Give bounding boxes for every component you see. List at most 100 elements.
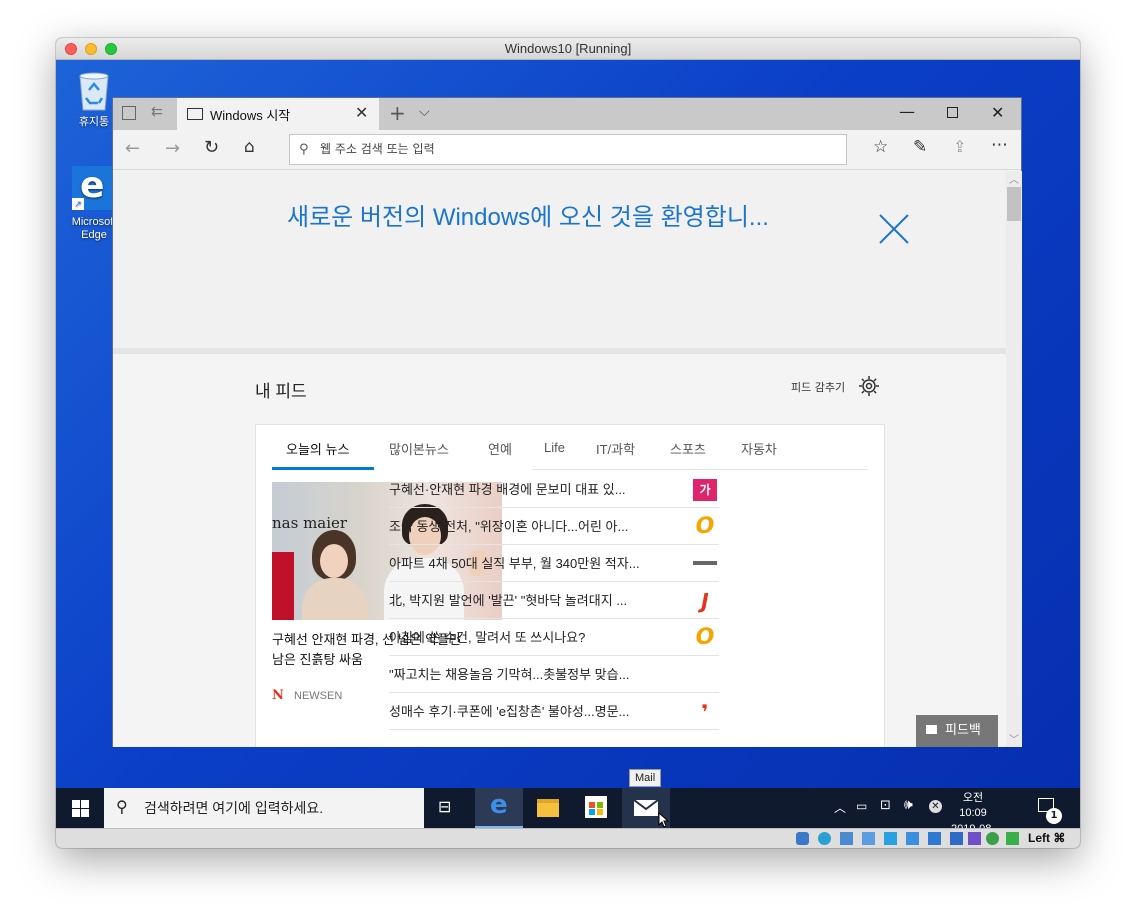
close-window-icon[interactable]: ✕ [991, 103, 1004, 122]
battery-icon[interactable]: ▭ [856, 799, 867, 813]
maximize-icon[interactable] [947, 107, 958, 118]
task-view-icon[interactable]: ⊟ [438, 797, 451, 816]
share-icon[interactable]: ⇪ [953, 137, 966, 156]
taskbar-search-placeholder: 검색하려면 여기에 입력하세요. [144, 800, 324, 816]
source-logo-icon: O [695, 625, 715, 650]
mail-icon [634, 800, 658, 816]
edge-icon: e ↗ [72, 166, 116, 210]
mouse-integration-icon[interactable] [1006, 832, 1019, 845]
news-headline: 조국 동생 전처, "위장이혼 아니다...어린 아... [389, 519, 629, 534]
tab-preview-icon[interactable] [122, 106, 136, 120]
minimize-icon[interactable] [85, 43, 97, 55]
more-icon[interactable]: ⋯ [991, 135, 1008, 155]
feedback-icon [926, 725, 937, 734]
source-logo-icon: ❜ [701, 700, 709, 724]
taskbar-edge[interactable]: e [475, 788, 523, 828]
capture-icon[interactable] [950, 832, 963, 845]
tab-entertainment[interactable]: 연예 [488, 439, 512, 458]
list-item[interactable]: 아침에 쓴 수건, 말려서 또 쓰시나요? O [389, 619, 719, 656]
tab-it-science[interactable]: IT/과학 [596, 439, 635, 458]
optical-drive-icon[interactable] [818, 832, 831, 845]
forward-icon[interactable]: → [165, 138, 180, 159]
notification-count: 1 [1046, 808, 1062, 824]
windows-desktop: 휴지통 e ↗ Microsoft Edge ⇇ Windows 시작 ✕ + [56, 60, 1080, 788]
page-content: 새로운 버전의 Windows에 오신 것을 환영합니... 내 피드 피드 감… [113, 171, 1006, 747]
vertical-scrollbar[interactable]: ︿ ﹀ [1006, 171, 1022, 747]
vt-icon[interactable] [968, 832, 981, 845]
address-placeholder: 웹 주소 검색 또는 입력 [320, 142, 435, 156]
tab-popular[interactable]: 많이본뉴스 [389, 439, 449, 458]
list-item[interactable]: 구혜선·안재현 파경 배경에 문보미 대표 있... 가 [389, 471, 719, 508]
zoom-icon[interactable] [105, 43, 117, 55]
page-icon [187, 108, 203, 120]
taskbar-search-input[interactable]: ⚲ 검색하려면 여기에 입력하세요. [104, 788, 424, 828]
volume-icon[interactable]: 🕪 [904, 797, 913, 813]
source-logo-icon [693, 561, 717, 565]
host-titlebar: Windows10 [Running] [56, 38, 1080, 60]
scroll-up-icon[interactable]: ︿ [1009, 171, 1019, 186]
hard-disk-icon[interactable] [796, 832, 809, 845]
list-item[interactable]: 조국 동생 전처, "위장이혼 아니다...어린 아... O [389, 508, 719, 545]
set-aside-tabs-icon[interactable]: ⇇ [151, 104, 163, 120]
tab-auto[interactable]: 자동차 [741, 439, 777, 458]
close-icon[interactable] [65, 43, 77, 55]
news-headline: 구혜선·안재현 파경 배경에 문보미 대표 있... [389, 482, 626, 497]
guest-additions-icon[interactable] [986, 832, 999, 845]
person-body [302, 578, 368, 620]
tab-windows-start[interactable]: Windows 시작 ✕ [177, 98, 379, 130]
chevron-up-icon[interactable]: ︿ [834, 799, 846, 816]
store-icon[interactable] [585, 796, 607, 818]
search-icon: ⚲ [299, 142, 309, 157]
usb-icon[interactable] [840, 832, 853, 845]
shared-folder-icon[interactable] [884, 832, 897, 845]
home-icon[interactable]: ⌂ [244, 137, 255, 157]
chevron-down-icon[interactable]: ⌵ [419, 104, 430, 120]
shortcut-arrow-icon: ↗ [72, 198, 84, 210]
gear-icon[interactable] [858, 375, 880, 397]
mouse-cursor-icon [658, 812, 670, 828]
scrollbar-thumb[interactable] [1007, 187, 1021, 221]
active-tab-indicator [272, 467, 374, 470]
list-item[interactable]: 성매수 후기·쿠폰에 'e집창촌' 불야성...명문... ❜ [389, 693, 719, 730]
new-tab-icon[interactable]: + [389, 101, 406, 125]
back-icon[interactable]: ← [125, 138, 140, 159]
display-icon[interactable] [906, 832, 919, 845]
address-bar-row: ← → ↻ ⌂ ⚲ 웹 주소 검색 또는 입력 ☆ ✎ ⇪ ⋯ [113, 130, 1021, 170]
recording-icon[interactable] [928, 832, 941, 845]
ime-icon[interactable]: ✕ [929, 800, 942, 813]
clock-time: 오전 10:09 [959, 792, 987, 819]
favorites-star-icon[interactable]: ☆ [873, 137, 888, 157]
tab-today-news[interactable]: 오늘의 뉴스 [286, 439, 349, 458]
tab-sports[interactable]: 스포츠 [670, 439, 706, 458]
pen-icon[interactable]: ✎ [913, 137, 927, 157]
feed-hide-link[interactable]: 피드 감추기 [791, 379, 845, 395]
feedback-label: 피드백 [945, 723, 981, 738]
taskbar: ⚲ 검색하려면 여기에 입력하세요. ⊟ e ︿ ▭ ⊡ 🕪 ✕ 오전 10:0… [56, 788, 1080, 848]
vm-status-bar: Left ⌘ [56, 828, 1080, 848]
address-input[interactable]: ⚲ 웹 주소 검색 또는 입력 [289, 134, 847, 165]
network-adapter-icon[interactable] [862, 832, 875, 845]
list-item[interactable] [389, 730, 719, 747]
file-explorer-icon[interactable] [537, 799, 559, 817]
tab-life[interactable]: Life [544, 440, 565, 455]
list-item[interactable]: 아파트 4채 50대 실직 부부, 월 340만원 적자... [389, 545, 719, 582]
list-item[interactable]: "짜고치는 채용놀음 기막혀...촛불정부 맞습... [389, 656, 719, 693]
scroll-down-icon[interactable]: ﹀ [1009, 731, 1019, 746]
list-item[interactable]: 北, 박지원 발언에 '발끈' "혓바닥 놀려대지 ... J [389, 582, 719, 619]
news-headline: 아침에 쓴 수건, 말려서 또 쓰시나요? [389, 630, 586, 645]
close-tab-icon[interactable]: ✕ [355, 103, 368, 122]
host-window: Windows10 [Running] 휴지통 e ↗ Microsoft Ed… [56, 38, 1080, 848]
feedback-button[interactable]: 피드백 [916, 715, 998, 747]
minimize-icon[interactable]: — [899, 102, 915, 121]
dismiss-banner-icon[interactable] [878, 213, 910, 245]
search-icon: ⚲ [116, 799, 128, 816]
host-window-title: Windows10 [Running] [504, 41, 632, 56]
divider [532, 469, 868, 470]
network-icon[interactable]: ⊡ [880, 798, 891, 813]
source-logo-icon: O [695, 514, 715, 539]
refresh-icon[interactable]: ↻ [204, 137, 219, 158]
featured-source: NEWSEN [294, 690, 343, 702]
news-headline: 北, 박지원 발언에 '발끈' "혓바닥 놀려대지 ... [389, 593, 628, 608]
windows-start-icon[interactable] [72, 800, 89, 817]
feed-title: 내 피드 [255, 382, 307, 401]
